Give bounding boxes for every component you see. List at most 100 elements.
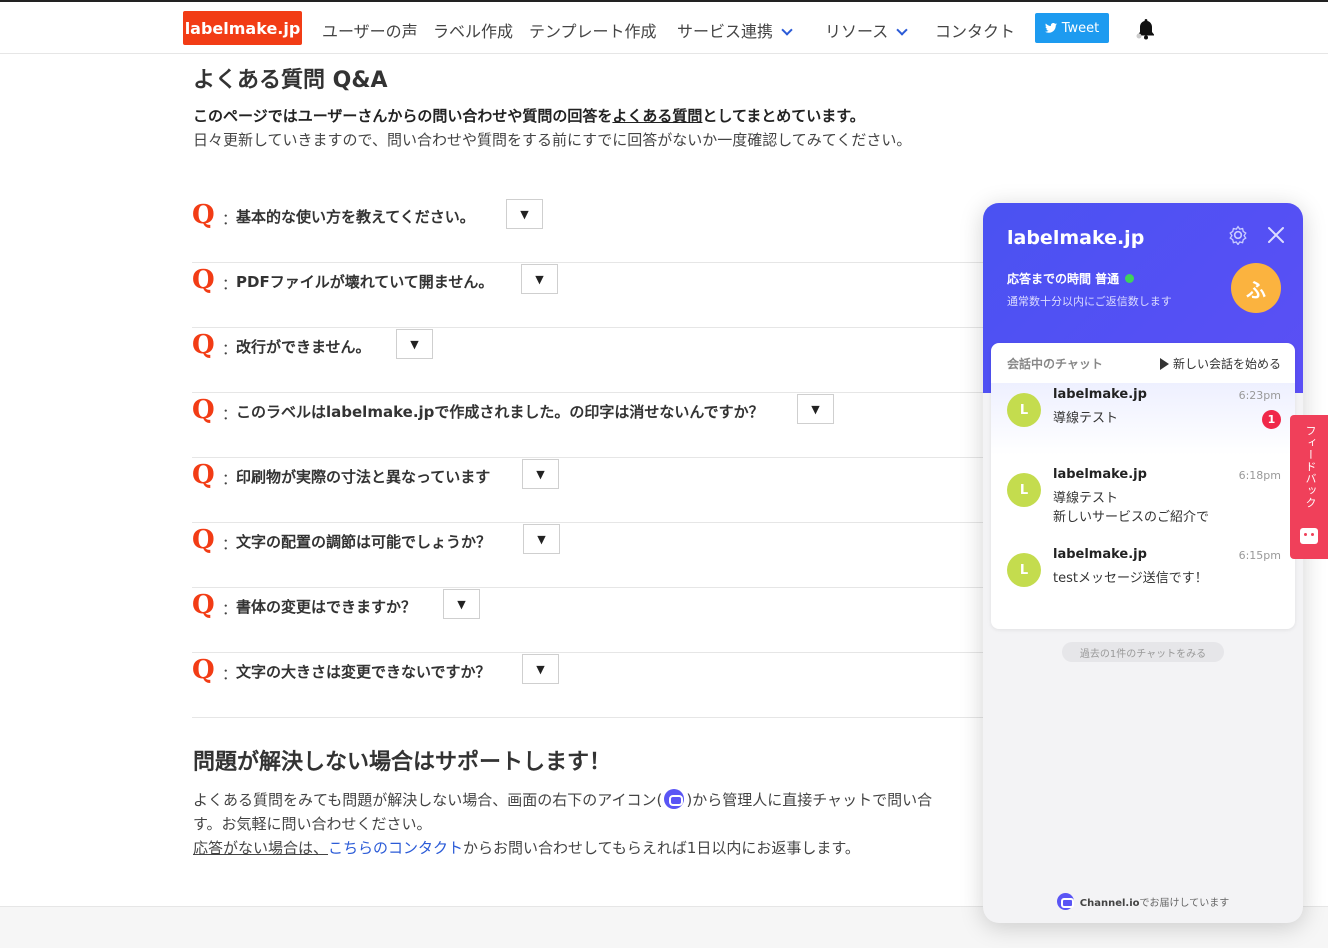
gear-icon[interactable]: [1228, 225, 1248, 245]
conversation-message: 導線テスト 新しいサービスのご紹介で: [1053, 489, 1209, 527]
support-line1-b: )から管理人に直接チャットで問い合: [686, 791, 933, 809]
intro-text: 日々更新していきますので、問い合わせや質問をする前にすでに回答がないか一度確認し…: [193, 131, 912, 149]
faq-item: Q ： 書体の変更はできますか？ ▼: [192, 588, 1012, 653]
faq-question: 文字の配置の調節は可能でしょうか？: [236, 533, 492, 551]
support-text-line1: よくある質問をみても問題が解決しない場合、画面の右下のアイコン()から管理人に直…: [193, 788, 933, 811]
powered-suffix: でお届けしています: [1139, 898, 1230, 909]
close-icon[interactable]: [1266, 225, 1286, 245]
conversation-item[interactable]: L labelmake.jp 6:18pm 導線テスト 新しいサービスのご紹介で: [991, 463, 1295, 535]
faq-item: Q ： PDFファイルが壊れていて開ません。 ▼: [192, 263, 1012, 328]
chevron-down-icon: [896, 24, 908, 36]
conversation-avatar: L: [1007, 473, 1041, 507]
faq-item: Q ： 文字の配置の調節は可能でしょうか？ ▼: [192, 523, 1012, 588]
bell-icon[interactable]: [1136, 18, 1156, 40]
chat-title: labelmake.jp: [1007, 227, 1145, 249]
conversation-message-line: 導線テスト: [1053, 491, 1119, 506]
powered-brand: Channel.io: [1079, 898, 1140, 909]
faq-toggle-button[interactable]: ▼: [396, 329, 433, 359]
nav-label-create[interactable]: ラベル作成: [433, 18, 513, 42]
page-title: よくある質問 Q&A: [193, 68, 388, 93]
faq-item: Q ： 印刷物が実際の寸法と異なっています ▼: [192, 458, 1012, 523]
q-mark: Q: [192, 395, 215, 425]
new-chat-button[interactable]: 新しい会話を始める: [1159, 355, 1281, 372]
faq-colon: ：: [222, 535, 238, 553]
online-status-dot: [1125, 274, 1135, 283]
nav-user-voice[interactable]: ユーザーの声: [322, 18, 418, 42]
support-line3-b: からお問い合わせしてもらえれば1日以内にお返事します。: [463, 839, 860, 857]
contact-link[interactable]: こちらのコンタクト: [328, 839, 463, 857]
conversation-time: 6:23pm: [1238, 389, 1281, 402]
q-mark: Q: [192, 265, 215, 295]
q-mark: Q: [192, 460, 215, 490]
faq-item: Q ： このラベルはlabelmake.jpで作成されました。の印字は消せないん…: [192, 393, 1012, 458]
nav-resources[interactable]: リソース: [825, 18, 908, 42]
tweet-label: Tweet: [1061, 20, 1100, 36]
faq-colon: ：: [222, 600, 238, 618]
conversation-name: labelmake.jp: [1053, 387, 1147, 402]
powered-by[interactable]: Channel.ioでお届けしています: [983, 893, 1303, 910]
conversation-message-line: 新しいサービスのご紹介で: [1053, 510, 1210, 525]
faq-question: このラベルはlabelmake.jpで作成されました。の印字は消せないんですか？: [236, 403, 764, 421]
faq-toggle-button[interactable]: ▼: [523, 524, 560, 554]
faq-item: Q ： 文字の大きさは変更できないですか？ ▼: [192, 653, 1012, 718]
q-mark: Q: [192, 330, 215, 360]
intro-bold-text: このページではユーザーさんからの問い合わせや質問の回答をよくある質問としてまとめ…: [193, 105, 865, 126]
feedback-label[interactable]: フィードバック: [1300, 425, 1318, 525]
faq-toggle-button[interactable]: ▼: [522, 459, 559, 489]
q-mark: Q: [192, 590, 215, 620]
faq-toggle-button[interactable]: ▼: [443, 589, 480, 619]
conversation-message: 導線テスト: [1053, 411, 1119, 426]
chevron-down-icon: [781, 24, 793, 36]
past-chats-button[interactable]: 過去の1件のチャットをみる: [1062, 642, 1224, 662]
faq-toggle-button[interactable]: ▼: [521, 264, 558, 294]
nav-template-create[interactable]: テンプレート作成: [529, 18, 657, 42]
support-title: 問題が解決しない場合はサポートします！: [193, 750, 612, 775]
intro-bold-suffix: としてまとめています。: [702, 107, 865, 125]
intro-faq-link[interactable]: よくある質問: [612, 107, 702, 125]
nav-resources-label: リソース: [825, 22, 889, 41]
conversation-name: labelmake.jp: [1053, 547, 1147, 562]
faq-colon: ：: [222, 275, 238, 293]
channel-chat-icon: [664, 788, 685, 809]
faq-toggle-button[interactable]: ▼: [522, 654, 559, 684]
unread-badge: 1: [1262, 410, 1281, 429]
nav-service-integration[interactable]: サービス連携: [677, 18, 793, 42]
nav-contact[interactable]: コンタクト: [935, 18, 1015, 42]
q-mark: Q: [192, 200, 215, 230]
conversation-list-header: 会話中のチャット: [1007, 357, 1103, 371]
send-arrow-icon: [1159, 357, 1169, 370]
conversation-item[interactable]: L labelmake.jp 6:23pm 導線テスト 1: [991, 383, 1295, 455]
feedback-face-icon[interactable]: [1300, 528, 1318, 544]
conversation-avatar: L: [1007, 393, 1041, 427]
site-logo[interactable]: labelmake.jp: [183, 11, 302, 45]
faq-question: 書体の変更はできますか？: [236, 598, 417, 616]
faq-colon: ：: [222, 405, 238, 423]
faq-colon: ：: [222, 210, 238, 228]
faq-colon: ：: [222, 665, 238, 683]
response-time-text: 応答までの時間 普通: [1007, 272, 1120, 286]
faq-item: Q ： 改行ができません。 ▼: [192, 328, 1012, 393]
q-mark: Q: [192, 525, 215, 555]
conversation-name: labelmake.jp: [1053, 467, 1147, 482]
faq-toggle-button[interactable]: ▼: [797, 394, 834, 424]
conversation-message: testメッセージ送信です！: [1053, 571, 1208, 586]
faq-question: 改行ができません。: [236, 338, 371, 356]
faq-question: PDFファイルが壊れていて開ません。: [236, 273, 494, 291]
chat-widget[interactable]: labelmake.jp 応答までの時間 普通 通常数十分以内にご返信数します …: [983, 203, 1303, 923]
conversation-list: 会話中のチャット 新しい会話を始める L labelmake.jp 6:23pm…: [991, 343, 1295, 629]
q-mark: Q: [192, 655, 215, 685]
site-header: labelmake.jp ユーザーの声 ラベル作成 テンプレート作成 サービス連…: [0, 2, 1328, 54]
faq-question: 印刷物が実際の寸法と異なっています: [236, 468, 491, 486]
conversation-item[interactable]: L labelmake.jp 6:15pm testメッセージ送信です！: [991, 543, 1295, 615]
tweet-button[interactable]: Tweet: [1035, 13, 1109, 43]
conversation-time: 6:15pm: [1238, 549, 1281, 562]
faq-colon: ：: [222, 340, 238, 358]
faq-colon: ：: [222, 470, 238, 488]
faq-toggle-button[interactable]: ▼: [506, 199, 543, 229]
conversation-avatar: L: [1007, 553, 1041, 587]
twitter-bird-icon: [1044, 23, 1057, 33]
new-chat-label: 新しい会話を始める: [1172, 357, 1281, 371]
response-time-label: 応答までの時間 普通: [1007, 270, 1135, 287]
support-text-line3: 応答がない場合は、こちらのコンタクトからお問い合わせしてもらえれば1日以内にお返…: [193, 837, 860, 858]
intro-bold-prefix: このページではユーザーさんからの問い合わせや質問の回答を: [193, 107, 613, 125]
